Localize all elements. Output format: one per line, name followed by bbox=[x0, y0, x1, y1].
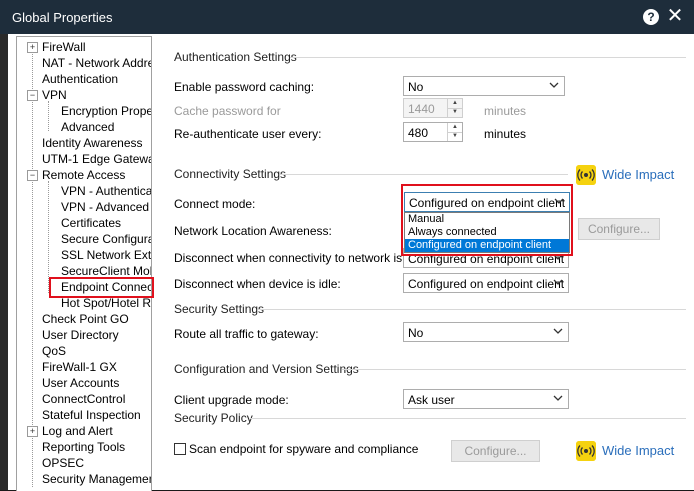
scan-endpoint-checkbox[interactable] bbox=[174, 443, 186, 455]
window-title: Global Properties bbox=[12, 10, 113, 25]
tree-item-label: QoS bbox=[42, 344, 67, 358]
tree-item-label: ConnectControl bbox=[42, 392, 126, 406]
connect-mode-label: Connect mode: bbox=[174, 197, 256, 211]
upgrade-mode-combo[interactable]: Ask user bbox=[403, 389, 569, 409]
tree-item-label: FireWall bbox=[42, 40, 86, 54]
navigation-tree[interactable]: + FireWall NAT - Network Address Authent… bbox=[16, 36, 152, 491]
background-strip bbox=[0, 34, 8, 490]
global-properties-window: Global Properties ? ✕ + FireWall NAT - N… bbox=[0, 0, 694, 491]
tree-item-label: User Directory bbox=[42, 328, 119, 342]
combo-value: Configured on endpoint client bbox=[408, 277, 565, 291]
disconnect-idle-label: Disconnect when device is idle: bbox=[174, 277, 341, 291]
cache-for-spinner[interactable]: 1440 ▲ ▼ bbox=[403, 98, 463, 118]
tree-item-label: SSL Network Extender bbox=[61, 248, 152, 262]
tree-item-label: User Accounts bbox=[42, 376, 120, 390]
tree-item-label: Log and Alert bbox=[42, 424, 113, 438]
security-section-title: Security Settings bbox=[174, 302, 265, 316]
disconnect-idle-combo[interactable]: Configured on endpoint client bbox=[403, 273, 569, 293]
tree-item-label: Certificates bbox=[61, 216, 122, 230]
section-divider bbox=[290, 57, 686, 58]
auth-section-title: Authentication Settings bbox=[174, 50, 297, 64]
tree-item-label: Identity Awareness bbox=[42, 136, 143, 150]
broadcast-icon bbox=[576, 165, 596, 185]
combo-value: Ask user bbox=[408, 393, 455, 407]
section-divider bbox=[258, 309, 686, 310]
expand-icon[interactable]: + bbox=[27, 426, 38, 437]
help-icon[interactable]: ? bbox=[643, 9, 659, 25]
tree-item-label: Check Point GO bbox=[42, 312, 129, 326]
spinner-buttons: ▲ ▼ bbox=[447, 99, 462, 117]
chevron-down-icon bbox=[553, 279, 563, 285]
connect-mode-highlight bbox=[401, 184, 573, 256]
tree-item-label: VPN - Advanced bbox=[61, 200, 150, 214]
nla-configure-button[interactable]: Configure... bbox=[578, 218, 660, 240]
connectivity-section-title: Connectivity Settings bbox=[174, 167, 287, 181]
enable-caching-combo[interactable]: No bbox=[403, 76, 565, 96]
section-divider bbox=[342, 369, 686, 370]
close-icon[interactable]: ✕ bbox=[664, 5, 686, 27]
broadcast-icon bbox=[576, 441, 596, 461]
tree-item-label: Secure Configuration bbox=[61, 232, 151, 246]
section-divider bbox=[280, 174, 568, 175]
tree-guide-line bbox=[48, 101, 49, 131]
combo-value: No bbox=[408, 326, 424, 340]
tree-item-label: FireWall-1 GX bbox=[42, 360, 117, 374]
collapse-icon[interactable]: − bbox=[27, 90, 38, 101]
spinner-value: 480 bbox=[408, 126, 429, 140]
tree-item-label: Advanced bbox=[61, 120, 115, 134]
upgrade-mode-label: Client upgrade mode: bbox=[174, 393, 289, 407]
scan-endpoint-label: Scan endpoint for spyware and compliance bbox=[189, 442, 419, 456]
enable-caching-label: Enable password caching: bbox=[174, 80, 315, 94]
cache-for-label: Cache password for bbox=[174, 104, 281, 118]
spin-down-icon[interactable]: ▼ bbox=[448, 132, 462, 141]
collapse-icon[interactable]: − bbox=[27, 170, 38, 181]
combo-value: No bbox=[408, 80, 424, 94]
config-section-title: Configuration and Version Settings bbox=[174, 362, 359, 376]
nla-label: Network Location Awareness: bbox=[174, 224, 332, 238]
spinner-value: 1440 bbox=[408, 102, 435, 116]
tree-item-label: Authentication bbox=[42, 72, 119, 86]
cache-for-unit: minutes bbox=[484, 104, 527, 118]
tree-item-label: VPN bbox=[42, 88, 67, 102]
chevron-down-icon bbox=[549, 82, 559, 88]
tree-item-label: Reporting Tools bbox=[42, 440, 126, 454]
chevron-down-icon bbox=[553, 328, 563, 334]
tree-item-label: Remote Access bbox=[42, 168, 126, 182]
tree-item-label: VPN - Authentication bbox=[61, 184, 152, 198]
wide-impact-label: Wide Impact bbox=[602, 443, 675, 458]
security-policy-title: Security Policy bbox=[174, 411, 253, 425]
spin-down-icon[interactable]: ▼ bbox=[448, 108, 462, 117]
tree-item-label: NAT - Network Address bbox=[42, 56, 151, 70]
tree-item-label: UTM-1 Edge Gateway bbox=[42, 152, 152, 166]
reauth-unit: minutes bbox=[484, 127, 527, 141]
tree-item-label: Security Management Access bbox=[42, 472, 152, 486]
disconnect-lost-label: Disconnect when connectivity to network … bbox=[174, 251, 428, 265]
tree-item-label: Stateful Inspection bbox=[42, 408, 141, 422]
route-traffic-label: Route all traffic to gateway: bbox=[174, 327, 319, 341]
policy-configure-button[interactable]: Configure... bbox=[451, 440, 540, 462]
spinner-buttons: ▲ ▼ bbox=[447, 123, 462, 141]
endpoint-connect-highlight bbox=[49, 277, 154, 298]
route-traffic-combo[interactable]: No bbox=[403, 322, 569, 342]
tree-guide-line bbox=[32, 47, 33, 487]
tree-item-label: OPSEC bbox=[42, 456, 85, 470]
tree-item-label: Encryption Properties bbox=[61, 104, 152, 118]
reauth-spinner[interactable]: 480 ▲ ▼ bbox=[403, 122, 463, 142]
wide-impact-label: Wide Impact bbox=[602, 167, 675, 182]
section-divider bbox=[250, 418, 686, 419]
title-bar: Global Properties ? ✕ bbox=[0, 0, 694, 34]
chevron-down-icon bbox=[553, 395, 563, 401]
expand-icon[interactable]: + bbox=[27, 42, 38, 53]
reauth-label: Re-authenticate user every: bbox=[174, 127, 322, 141]
